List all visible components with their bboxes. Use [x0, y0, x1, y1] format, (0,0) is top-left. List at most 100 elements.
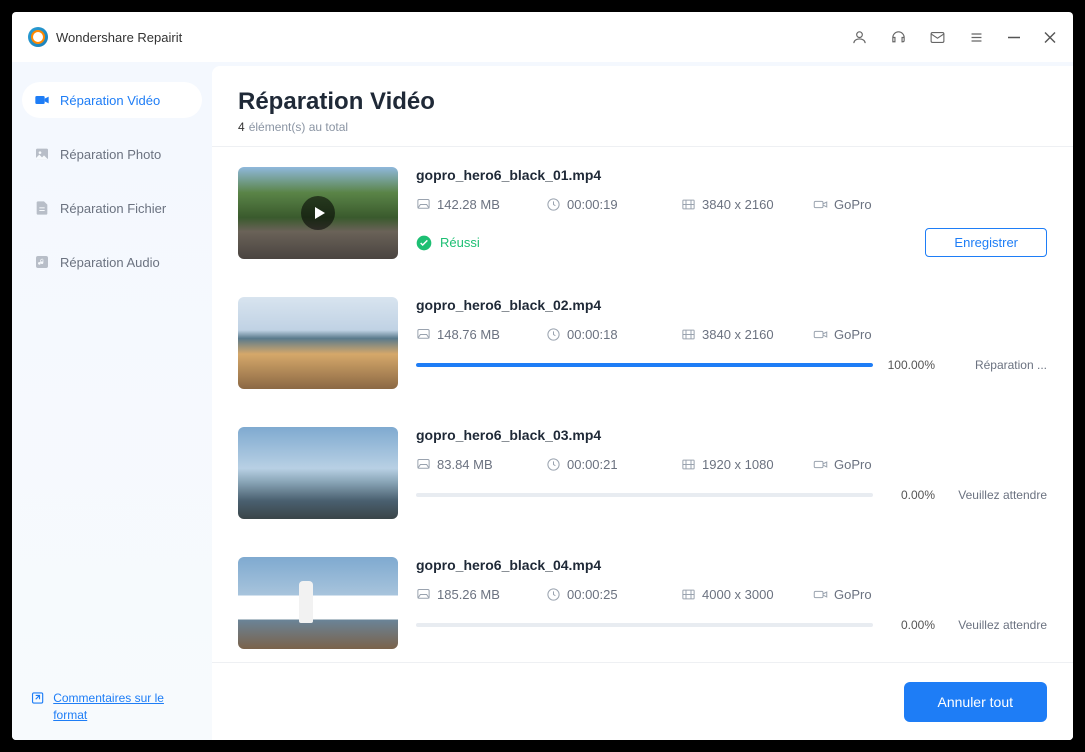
footer: Annuler tout: [212, 662, 1073, 740]
meta-device: GoPro: [813, 197, 872, 212]
sidebar-item-label: Réparation Photo: [60, 147, 161, 162]
titlebar-left: Wondershare Repairit: [28, 27, 182, 47]
sidebar-item-label: Réparation Fichier: [60, 201, 166, 216]
sidebar-item-video[interactable]: Réparation Vidéo: [22, 82, 202, 118]
progress-percent: 0.00%: [885, 488, 935, 502]
camera-icon: [813, 587, 828, 602]
progress-row: 0.00% Veuillez attendre: [416, 488, 1047, 502]
sidebar-item-label: Réparation Vidéo: [60, 93, 160, 108]
meta-size: 142.28 MB: [416, 197, 546, 212]
file-name: gopro_hero6_black_03.mp4: [416, 427, 1047, 443]
mail-icon[interactable]: [929, 29, 946, 46]
meta-size: 83.84 MB: [416, 457, 546, 472]
file-icon: [34, 200, 50, 216]
thumbnail[interactable]: [238, 557, 398, 649]
file-name: gopro_hero6_black_01.mp4: [416, 167, 1047, 183]
status-row: Réussi Enregistrer: [416, 228, 1047, 257]
list-item: gopro_hero6_black_03.mp4 83.84 MB 00:00:…: [238, 407, 1047, 537]
disk-icon: [416, 197, 431, 212]
progress-bar: [416, 623, 873, 627]
support-icon[interactable]: [890, 29, 907, 46]
resolution-icon: [681, 457, 696, 472]
disk-icon: [416, 327, 431, 342]
meta-row: 83.84 MB 00:00:21 1920 x 1080 GoPro: [416, 457, 1047, 472]
sidebar-item-photo[interactable]: Réparation Photo: [22, 136, 202, 172]
sidebar-item-audio[interactable]: Réparation Audio: [22, 244, 202, 280]
sidebar-item-file[interactable]: Réparation Fichier: [22, 190, 202, 226]
progress-percent: 100.00%: [885, 358, 935, 372]
item-info: gopro_hero6_black_02.mp4 148.76 MB 00:00…: [416, 297, 1047, 389]
status-label: Veuillez attendre: [947, 488, 1047, 502]
meta-duration: 00:00:25: [546, 587, 681, 602]
clock-icon: [546, 327, 561, 342]
progress-row: 100.00% Réparation ...: [416, 358, 1047, 372]
progress-percent: 0.00%: [885, 618, 935, 632]
cancel-all-button[interactable]: Annuler tout: [904, 682, 1048, 722]
status-label: Veuillez attendre: [947, 618, 1047, 632]
main: Réparation Vidéo 4élément(s) au total go…: [212, 66, 1073, 740]
meta-row: 185.26 MB 00:00:25 4000 x 3000 GoPro: [416, 587, 1047, 602]
list-item: gopro_hero6_black_02.mp4 148.76 MB 00:00…: [238, 277, 1047, 407]
meta-device: GoPro: [813, 457, 872, 472]
disk-icon: [416, 457, 431, 472]
clock-icon: [546, 197, 561, 212]
thumbnail[interactable]: [238, 167, 398, 259]
meta-row: 148.76 MB 00:00:18 3840 x 2160 GoPro: [416, 327, 1047, 342]
file-name: gopro_hero6_black_04.mp4: [416, 557, 1047, 573]
meta-resolution: 3840 x 2160: [681, 197, 813, 212]
minimize-button[interactable]: [1007, 30, 1021, 44]
status-text: Réussi: [440, 235, 480, 250]
meta-device: GoPro: [813, 587, 872, 602]
meta-duration: 00:00:19: [546, 197, 681, 212]
sidebar-item-label: Réparation Audio: [60, 255, 160, 270]
play-icon[interactable]: [301, 196, 335, 230]
item-info: gopro_hero6_black_03.mp4 83.84 MB 00:00:…: [416, 427, 1047, 519]
resolution-icon: [681, 197, 696, 212]
feedback-link[interactable]: Commentaires sur le format: [22, 690, 202, 724]
app-title: Wondershare Repairit: [56, 30, 182, 45]
camera-icon: [813, 327, 828, 342]
list-item: gopro_hero6_black_01.mp4 142.28 MB 00:00…: [238, 147, 1047, 277]
save-button[interactable]: Enregistrer: [925, 228, 1047, 257]
progress-bar: [416, 363, 873, 367]
camera-icon: [813, 457, 828, 472]
item-count: 4élément(s) au total: [238, 120, 1047, 134]
item-info: gopro_hero6_black_04.mp4 185.26 MB 00:00…: [416, 557, 1047, 649]
resolution-icon: [681, 327, 696, 342]
clock-icon: [546, 587, 561, 602]
meta-size: 148.76 MB: [416, 327, 546, 342]
list-item: gopro_hero6_black_04.mp4 185.26 MB 00:00…: [238, 537, 1047, 662]
disk-icon: [416, 587, 431, 602]
progress-bar: [416, 493, 873, 497]
progress-fill: [416, 363, 873, 367]
progress-row: 0.00% Veuillez attendre: [416, 618, 1047, 632]
page-title: Réparation Vidéo: [238, 88, 1047, 116]
meta-resolution: 1920 x 1080: [681, 457, 813, 472]
file-name: gopro_hero6_black_02.mp4: [416, 297, 1047, 313]
meta-size: 185.26 MB: [416, 587, 546, 602]
audio-icon: [34, 254, 50, 270]
app-logo-icon: [28, 27, 48, 47]
sidebar: Réparation Vidéo Réparation Photo Répara…: [12, 62, 212, 740]
meta-device: GoPro: [813, 327, 872, 342]
body: Réparation Vidéo Réparation Photo Répara…: [12, 62, 1073, 740]
close-button[interactable]: [1043, 30, 1057, 44]
meta-resolution: 3840 x 2160: [681, 327, 813, 342]
meta-duration: 00:00:18: [546, 327, 681, 342]
thumbnail[interactable]: [238, 427, 398, 519]
video-icon: [34, 92, 50, 108]
menu-icon[interactable]: [968, 29, 985, 46]
clock-icon: [546, 457, 561, 472]
feedback-icon: [30, 690, 45, 706]
titlebar: Wondershare Repairit: [12, 12, 1073, 62]
resolution-icon: [681, 587, 696, 602]
item-info: gopro_hero6_black_01.mp4 142.28 MB 00:00…: [416, 167, 1047, 259]
thumbnail[interactable]: [238, 297, 398, 389]
meta-row: 142.28 MB 00:00:19 3840 x 2160 GoPro: [416, 197, 1047, 212]
feedback-text[interactable]: Commentaires sur le format: [53, 690, 194, 724]
camera-icon: [813, 197, 828, 212]
photo-icon: [34, 146, 50, 162]
user-icon[interactable]: [851, 29, 868, 46]
check-circle-icon: [416, 235, 432, 251]
meta-duration: 00:00:21: [546, 457, 681, 472]
